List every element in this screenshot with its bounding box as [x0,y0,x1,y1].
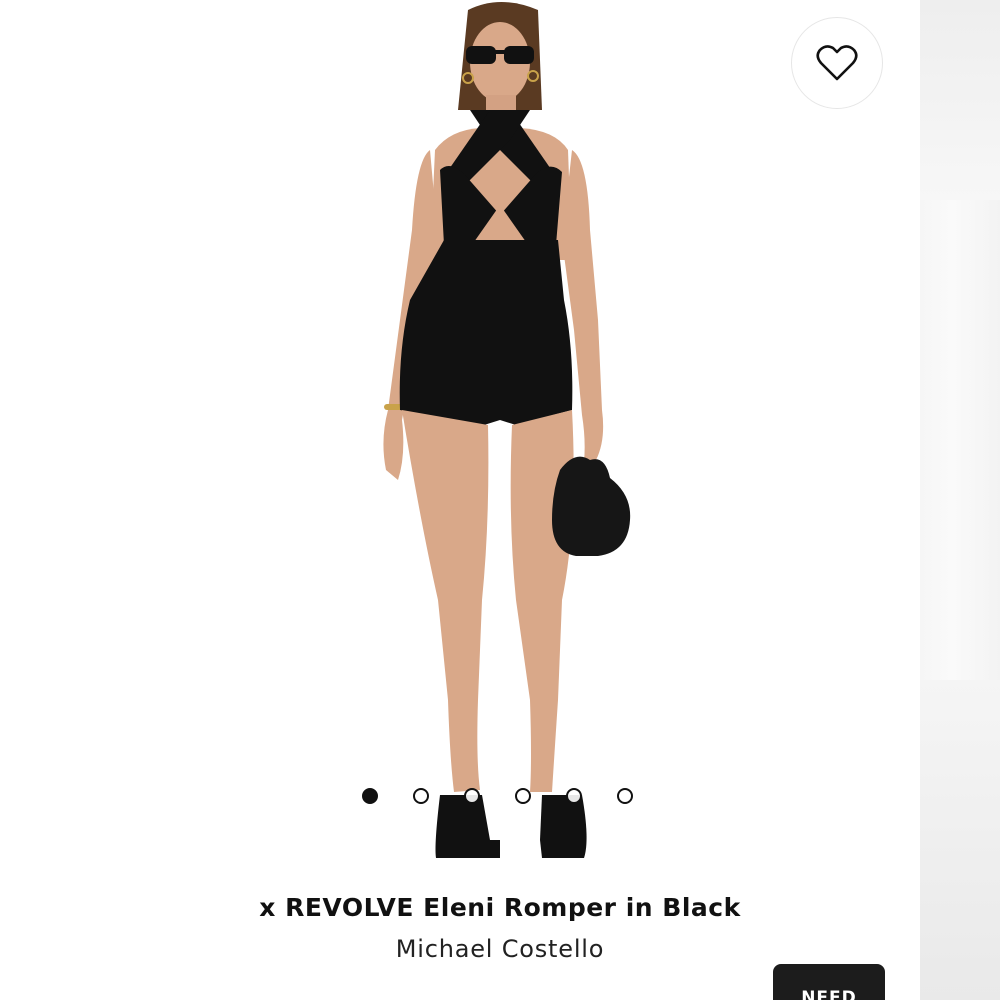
image-carousel-dots [362,786,633,806]
carousel-dot-5[interactable] [566,788,582,804]
carousel-dot-4[interactable] [515,788,531,804]
leg-left [402,410,489,792]
carousel-dot-3[interactable] [464,788,480,804]
carousel-dot-6[interactable] [617,788,633,804]
adjacent-panel-edge [920,0,1000,1000]
sunglasses-left [466,46,496,64]
need-help-button[interactable]: NEED [773,964,885,1000]
wishlist-button[interactable] [791,17,883,109]
model-photo [383,2,631,858]
product-brand[interactable]: Michael Costello [0,935,1000,963]
carousel-dot-2[interactable] [413,788,429,804]
product-page: x REVOLVE Eleni Romper in Black Michael … [0,0,1000,1000]
handbag [552,456,631,556]
heart-outline-icon [816,45,858,81]
carousel-dot-1[interactable] [362,788,378,804]
sunglasses-right [504,46,534,64]
product-title: x REVOLVE Eleni Romper in Black [259,893,741,922]
product-image[interactable] [340,0,660,880]
